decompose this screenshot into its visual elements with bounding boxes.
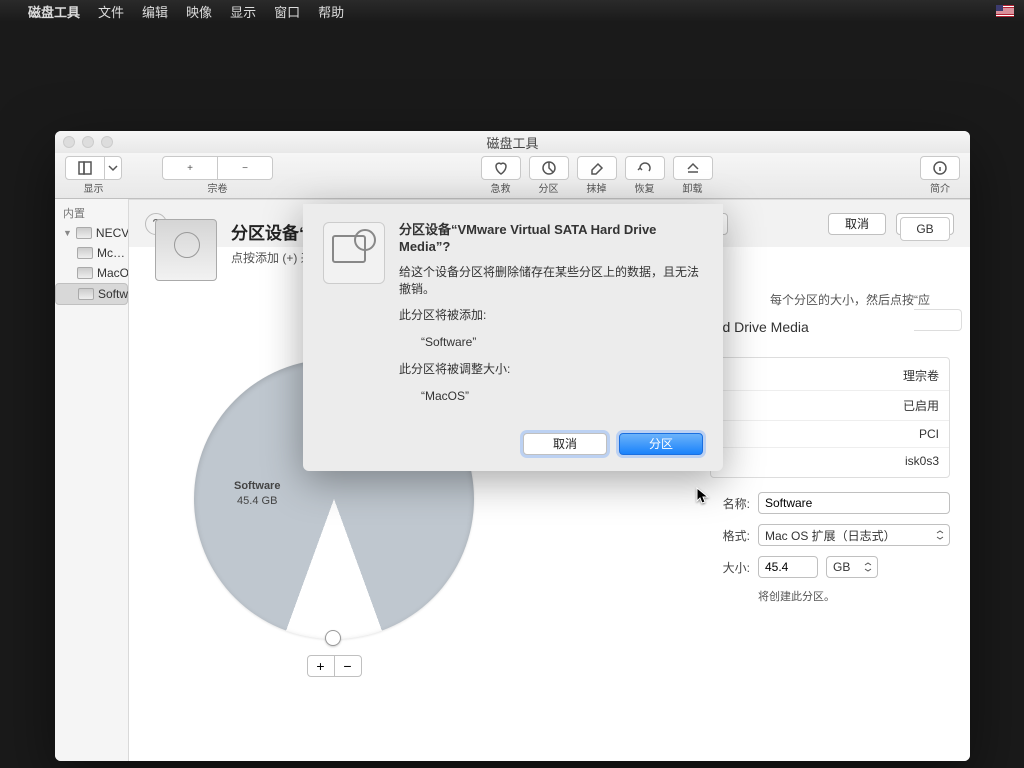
sidebar-item-disk[interactable]: ▼NECVMWar… bbox=[55, 223, 128, 243]
restore-button[interactable] bbox=[625, 156, 665, 180]
menu-file[interactable]: 文件 bbox=[98, 2, 124, 21]
sidebar: 内置 ▼NECVMWar… Mc… MacO… Softw… bbox=[55, 199, 129, 761]
dialog-add-value: “Software” bbox=[421, 334, 703, 351]
hdd-icon bbox=[78, 288, 94, 300]
size-label: 大小: bbox=[710, 559, 750, 576]
menu-edit[interactable]: 编辑 bbox=[142, 2, 168, 21]
first-aid-button[interactable] bbox=[481, 156, 521, 180]
remove-partition-button[interactable]: − bbox=[334, 655, 362, 677]
drive-icon bbox=[155, 219, 217, 281]
partition-button[interactable] bbox=[529, 156, 569, 180]
menubar: 磁盘工具 文件 编辑 映像 显示 窗口 帮助 bbox=[0, 0, 1024, 22]
disk-utility-icon bbox=[323, 222, 385, 284]
add-partition-button[interactable]: + bbox=[307, 655, 335, 677]
name-input[interactable] bbox=[758, 492, 950, 514]
info-button[interactable] bbox=[920, 156, 960, 180]
sidebar-header: 内置 bbox=[55, 199, 128, 223]
cursor-icon bbox=[696, 487, 710, 505]
erase-button[interactable] bbox=[577, 156, 617, 180]
confirm-dialog: 分区设备“VMware Virtual SATA Hard Drive Medi… bbox=[303, 204, 723, 471]
sidebar-item-volume[interactable]: Softw… bbox=[55, 283, 128, 305]
menu-window[interactable]: 窗口 bbox=[274, 2, 300, 21]
format-select[interactable]: Mac OS 扩展（日志式） bbox=[758, 524, 950, 546]
info-box: 理宗卷 已启用 PCI isk0s3 bbox=[710, 357, 950, 478]
dialog-resize-value: “MacOS” bbox=[421, 388, 703, 405]
unit-toggle[interactable]: GB bbox=[900, 217, 950, 241]
dialog-cancel-button[interactable]: 取消 bbox=[523, 433, 607, 455]
hdd-icon bbox=[77, 247, 93, 259]
menu-image[interactable]: 映像 bbox=[186, 2, 212, 21]
app-menu[interactable]: 磁盘工具 bbox=[28, 2, 80, 21]
menu-help[interactable]: 帮助 bbox=[318, 2, 344, 21]
sidebar-item-volume[interactable]: MacO… bbox=[55, 263, 128, 283]
dialog-body: 给这个设备分区将删除储存在某些分区上的数据，且无法撤销。 bbox=[399, 264, 703, 298]
name-label: 名称: bbox=[710, 495, 750, 512]
dialog-resize-label: 此分区将被调整大小: bbox=[399, 361, 703, 378]
input-source-icon[interactable] bbox=[996, 5, 1014, 17]
sidebar-item-volume[interactable]: Mc… bbox=[55, 243, 128, 263]
view-mode-button[interactable] bbox=[65, 156, 105, 180]
partition-handle[interactable] bbox=[325, 630, 341, 646]
titlebar: 磁盘工具 bbox=[55, 131, 970, 153]
window-controls[interactable] bbox=[63, 136, 113, 148]
desc-tail: 每个分区的大小，然后点按“应 bbox=[770, 291, 930, 308]
view-dropdown[interactable] bbox=[104, 156, 122, 180]
dialog-confirm-button[interactable]: 分区 bbox=[619, 433, 703, 455]
menu-view[interactable]: 显示 bbox=[230, 2, 256, 21]
add-volume-button[interactable]: + bbox=[162, 156, 218, 180]
toolbar: 显示 + − 宗卷 急救 分区 抹掉 恢复 卸载 简介 bbox=[55, 153, 970, 199]
format-label: 格式: bbox=[710, 527, 750, 544]
size-unit-select[interactable]: GB bbox=[826, 556, 878, 578]
remove-volume-button[interactable]: − bbox=[217, 156, 273, 180]
unmount-button[interactable] bbox=[673, 156, 713, 180]
dialog-add-label: 此分区将被添加: bbox=[399, 307, 703, 324]
hdd-icon bbox=[76, 227, 92, 239]
window-title: 磁盘工具 bbox=[486, 133, 538, 152]
size-input[interactable] bbox=[758, 556, 818, 578]
hdd-icon bbox=[77, 267, 93, 279]
dialog-title: 分区设备“VMware Virtual SATA Hard Drive Medi… bbox=[399, 222, 703, 256]
create-note: 将创建此分区。 bbox=[758, 588, 950, 604]
